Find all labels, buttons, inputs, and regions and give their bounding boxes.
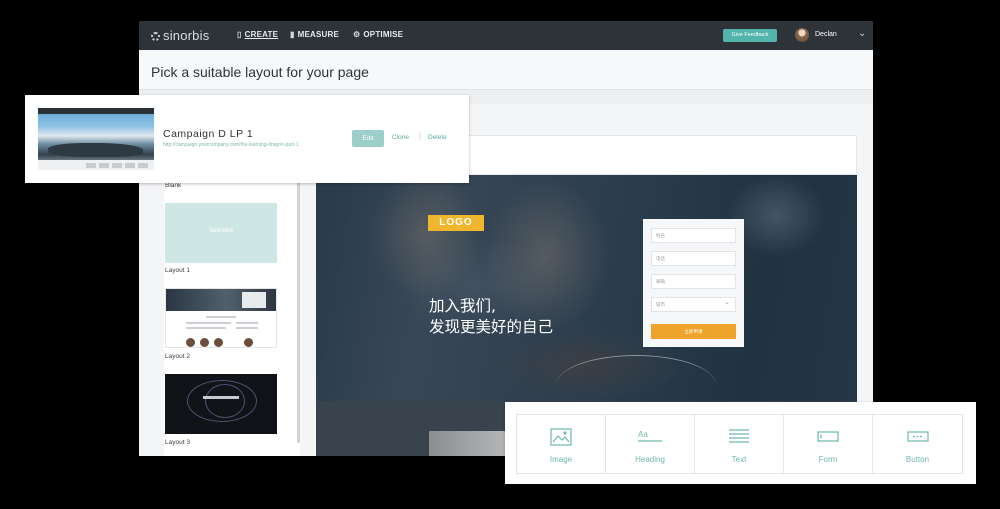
landing-page-preview: LOGO 加入我们, 发现更美好的自己 姓名 电话 邮箱 城市 立即申请 bbox=[316, 175, 857, 401]
thumb-footer-cell bbox=[112, 163, 122, 168]
thumb-ring bbox=[205, 384, 245, 418]
selected-label: Selected bbox=[209, 228, 233, 234]
page-title: Pick a suitable layout for your page bbox=[151, 64, 369, 80]
app-window: sinorbis ▯ CREATE ▮ MEASURE ⚙ OPTIMISE Give… bbox=[139, 21, 873, 456]
nav-measure[interactable]: ▮ MEASURE bbox=[290, 30, 339, 39]
thumb-form bbox=[242, 292, 266, 308]
campaign-thumbnail[interactable] bbox=[38, 108, 154, 170]
top-navigation-bar: sinorbis ▯ CREATE ▮ MEASURE ⚙ OPTIMISE Give… bbox=[139, 21, 873, 50]
thumb-circle-image bbox=[200, 338, 209, 347]
preview-logo[interactable]: LOGO bbox=[428, 215, 484, 231]
nav-optimise-label: OPTIMISE bbox=[363, 30, 404, 39]
widget-palette: Image Aa Heading Text Form Button bbox=[505, 402, 976, 484]
nav-create-label: CREATE bbox=[244, 30, 279, 39]
widget-button[interactable]: Button bbox=[873, 415, 962, 473]
give-feedback-button[interactable]: Give Feedback bbox=[723, 29, 777, 42]
measure-icon: ▮ bbox=[290, 30, 295, 39]
widget-image-label: Image bbox=[549, 455, 573, 464]
clone-link[interactable]: Clone bbox=[392, 134, 409, 141]
thumb-text-line bbox=[186, 327, 226, 329]
optimise-icon: ⚙ bbox=[353, 30, 361, 39]
thumb-footer-cell bbox=[138, 163, 148, 168]
layout-thumb-1[interactable] bbox=[165, 288, 277, 348]
thumb-footer-cell bbox=[125, 163, 135, 168]
thumb-circle-image bbox=[244, 338, 253, 347]
thumb-circle-image bbox=[214, 338, 223, 347]
avatar[interactable] bbox=[795, 28, 809, 42]
thumb-rocks bbox=[48, 143, 143, 157]
thumb-text-line bbox=[206, 316, 236, 318]
thumb-hero bbox=[166, 289, 276, 311]
screenshot-stage: sinorbis ▯ CREATE ▮ MEASURE ⚙ OPTIMISE Give… bbox=[0, 0, 1000, 509]
text-icon bbox=[729, 429, 749, 443]
preview-headline[interactable]: 加入我们, 发现更美好的自己 bbox=[429, 296, 553, 338]
widget-palette-grid: Image Aa Heading Text Form Button bbox=[516, 414, 963, 474]
widget-form[interactable]: Form bbox=[784, 415, 873, 473]
thumb-footer bbox=[38, 160, 154, 170]
nav-measure-label: MEASURE bbox=[297, 30, 340, 39]
widget-heading-label: Heading bbox=[635, 455, 665, 464]
nav-optimise[interactable]: ⚙ OPTIMISE bbox=[353, 30, 403, 39]
delete-link[interactable]: Delete bbox=[428, 134, 447, 141]
image-icon bbox=[550, 428, 572, 446]
form-field-name[interactable]: 姓名 bbox=[651, 228, 736, 243]
nav-create[interactable]: ▯ CREATE bbox=[237, 30, 278, 39]
sidebar-scrollbar[interactable] bbox=[297, 181, 300, 443]
campaign-title: Campaign D LP 1 bbox=[163, 128, 254, 140]
brand-logo[interactable]: sinorbis bbox=[151, 28, 209, 43]
campaign-url[interactable]: http://campaign.yourcompany.com/the-warn… bbox=[163, 142, 299, 148]
heading-icon: Aa bbox=[638, 430, 662, 442]
widget-form-label: Form bbox=[818, 455, 838, 464]
thumb-footer-cell bbox=[99, 163, 109, 168]
brand-mark-icon bbox=[151, 32, 160, 41]
form-submit-button[interactable]: 立即申请 bbox=[651, 324, 736, 339]
thumb-footer-cell bbox=[86, 163, 96, 168]
lead-form: 姓名 电话 邮箱 城市 立即申请 bbox=[643, 219, 744, 347]
thumb-text-line bbox=[236, 327, 258, 329]
link-separator: | bbox=[419, 133, 421, 140]
layout-thumb-blank[interactable]: Selected bbox=[165, 203, 277, 263]
form-field-phone[interactable]: 电话 bbox=[651, 251, 736, 266]
widget-image[interactable]: Image bbox=[517, 415, 606, 473]
layout-label-1: Layout 1 bbox=[165, 267, 190, 274]
widget-button-label: Button bbox=[905, 455, 930, 464]
page-header: Pick a suitable layout for your page bbox=[139, 50, 873, 90]
chevron-down-icon[interactable]: ⌄ bbox=[858, 28, 866, 39]
edit-button[interactable]: Edit bbox=[352, 130, 384, 147]
layout-thumb-2[interactable] bbox=[165, 374, 277, 434]
thumb-text-line bbox=[236, 322, 258, 324]
form-icon bbox=[817, 431, 839, 442]
campaign-card: Campaign D LP 1 http://campaign.yourcomp… bbox=[25, 95, 469, 183]
brand-name: sinorbis bbox=[163, 28, 210, 43]
layout-label-3: Layout 3 bbox=[165, 439, 190, 446]
form-field-city-select[interactable]: 城市 bbox=[651, 296, 736, 312]
svg-text:Aa: Aa bbox=[638, 430, 648, 439]
thumb-circle-image bbox=[186, 338, 195, 347]
thumb-navbar bbox=[38, 108, 154, 114]
layout-label-2: Layout 2 bbox=[165, 353, 190, 360]
create-icon: ▯ bbox=[237, 30, 242, 39]
widget-text-label: Text bbox=[731, 455, 747, 464]
thumb-text-line bbox=[186, 322, 231, 324]
form-field-email[interactable]: 邮箱 bbox=[651, 274, 736, 289]
headline-line-1: 加入我们, bbox=[429, 297, 496, 315]
button-icon bbox=[906, 431, 929, 442]
user-name[interactable]: Declan bbox=[815, 31, 837, 38]
widget-text[interactable]: Text bbox=[695, 415, 784, 473]
headline-line-2: 发现更美好的自己 bbox=[429, 318, 554, 336]
thumb-text-line bbox=[203, 396, 239, 399]
layout-label-blank: Blank bbox=[165, 182, 182, 189]
widget-heading[interactable]: Aa Heading bbox=[606, 415, 695, 473]
